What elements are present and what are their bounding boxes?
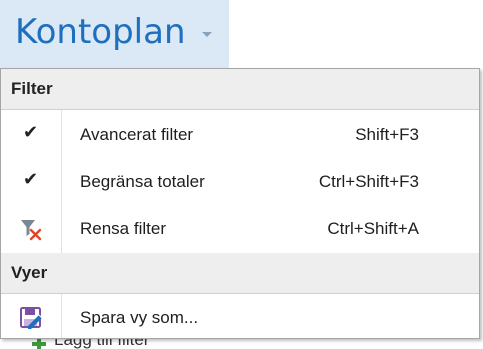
- menu-item-limit-totals[interactable]: ✔ Begränsa totaler Ctrl+Shift+F3: [1, 161, 479, 203]
- section-header-filter: Filter: [1, 69, 479, 110]
- page: Lägg till filter Kontoplan Filter ✔ Avan…: [0, 0, 483, 349]
- menu-item-label: Begränsa totaler: [80, 172, 205, 191]
- section-label: Vyer: [11, 263, 48, 282]
- page-title: Kontoplan: [15, 12, 186, 52]
- save-view-icon: [20, 307, 43, 329]
- menu-item-save-view-as[interactable]: Spara vy som...: [1, 297, 479, 339]
- menu-item-shortcut: Ctrl+Shift+F3: [318, 172, 419, 191]
- menu-item-shortcut: Ctrl+Shift+A: [327, 219, 419, 238]
- menu-item-clear-filter[interactable]: Rensa filter Ctrl+Shift+A: [1, 208, 479, 250]
- section-label: Filter: [11, 79, 53, 98]
- menu-item-label: Rensa filter: [80, 219, 166, 238]
- dropdown-menu: Filter ✔ Avancerat filter Shift+F3 ✔ Beg…: [0, 68, 480, 339]
- menu-item-advanced-filter[interactable]: ✔ Avancerat filter Shift+F3: [1, 114, 479, 156]
- checkmark-icon: ✔: [23, 169, 39, 190]
- section-header-views: Vyer: [1, 253, 479, 294]
- menu-item-label: Avancerat filter: [80, 125, 194, 144]
- kontoplan-dropdown-button[interactable]: Kontoplan: [0, 0, 229, 68]
- menu-item-label: Spara vy som...: [80, 308, 199, 327]
- caret-down-icon: [202, 32, 212, 37]
- clear-filter-icon: [21, 220, 42, 241]
- menu-item-shortcut: Shift+F3: [355, 125, 419, 144]
- checkmark-icon: ✔: [23, 122, 39, 143]
